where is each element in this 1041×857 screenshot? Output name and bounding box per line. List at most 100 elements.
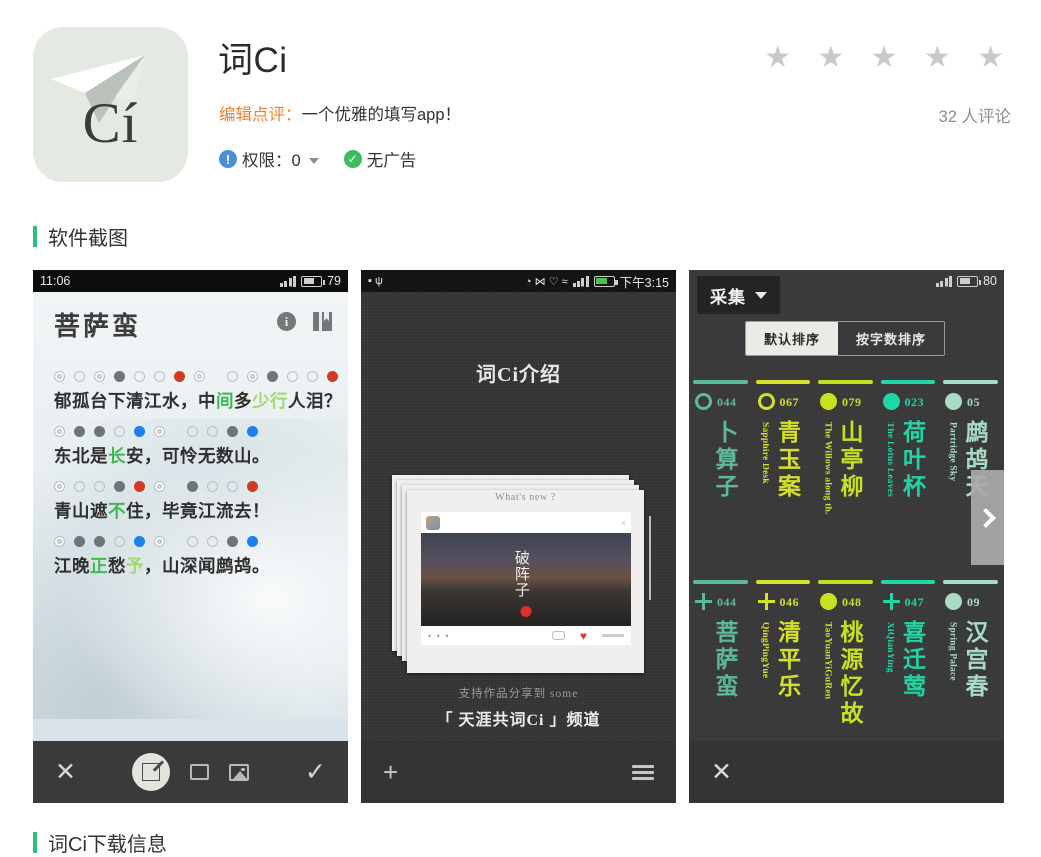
tone-dot[interactable] bbox=[114, 480, 125, 492]
tone-dot[interactable] bbox=[287, 370, 298, 382]
tone-dot[interactable] bbox=[54, 535, 65, 547]
screenshot-2[interactable]: ▪ ψ ◔ ⋈ ♡ ≈ 下午3:15 词Ci介绍 What's new ? × … bbox=[361, 270, 676, 803]
image-icon[interactable] bbox=[229, 763, 249, 781]
poem-grid-cell[interactable]: 044 菩萨蛮 bbox=[689, 580, 752, 741]
cell-number: 079 bbox=[842, 395, 862, 409]
tone-dot[interactable] bbox=[74, 425, 85, 437]
tone-dot[interactable] bbox=[134, 370, 145, 382]
sort-default-button[interactable]: 默认排序 bbox=[746, 322, 839, 355]
tone-dot[interactable] bbox=[114, 425, 125, 437]
edit-icon[interactable] bbox=[132, 753, 170, 791]
app-icon-letter: Cí bbox=[82, 92, 139, 155]
collect-dropdown[interactable]: 采集 bbox=[697, 276, 780, 314]
comment-icon[interactable] bbox=[551, 631, 565, 640]
close-icon[interactable]: ✕ bbox=[55, 759, 76, 785]
tone-dot[interactable] bbox=[327, 370, 338, 382]
screenshot-3[interactable]: 80 采集 默认排序 按字数排序 044 卜算子 067 青玉案 Sapphire De… bbox=[689, 270, 1004, 803]
app-meta-row: ! 权限：0 ✓ 无广告 bbox=[219, 147, 416, 171]
tone-dot[interactable] bbox=[207, 480, 218, 492]
tone-dot[interactable] bbox=[74, 535, 85, 547]
whats-new-label: What's new ? bbox=[495, 492, 556, 503]
next-screenshot-button[interactable] bbox=[971, 470, 1004, 565]
tone-dot[interactable] bbox=[94, 370, 105, 382]
ring-icon[interactable] bbox=[695, 393, 712, 410]
tone-dot[interactable] bbox=[174, 370, 185, 382]
editor-comment-label: 编辑点评： bbox=[219, 106, 302, 124]
review-count[interactable]: 32 人评论 bbox=[939, 103, 1011, 127]
rating-stars[interactable]: ★ ★ ★ ★ ★ bbox=[764, 40, 1013, 75]
close-icon[interactable]: ✕ bbox=[711, 759, 732, 785]
tone-dot[interactable] bbox=[54, 370, 65, 382]
tone-dot[interactable] bbox=[194, 370, 205, 382]
screenshot-1[interactable]: 11:06 79 菩萨蛮 i 郁孤台下清江水，中间多少行人泪？ 东北是长安，可怜无… bbox=[33, 270, 348, 803]
tone-dot[interactable] bbox=[134, 535, 145, 547]
cell-title-en: The Lotus Leaves bbox=[885, 422, 894, 497]
plus-icon[interactable] bbox=[695, 593, 712, 610]
card-stack[interactable]: What's new ? × 破阵子 • • • ♥ bbox=[392, 475, 651, 675]
plus-icon[interactable] bbox=[882, 593, 900, 610]
tone-dot[interactable] bbox=[187, 535, 198, 547]
tone-dot[interactable] bbox=[267, 370, 278, 382]
tone-dot[interactable] bbox=[227, 370, 238, 382]
tone-dot[interactable] bbox=[247, 480, 258, 492]
tone-dot[interactable] bbox=[94, 535, 105, 547]
tone-dot[interactable] bbox=[74, 480, 85, 492]
poem-grid-cell[interactable]: 044 卜算子 bbox=[689, 380, 752, 580]
tone-dot[interactable] bbox=[247, 425, 258, 437]
tone-dot[interactable] bbox=[187, 480, 198, 492]
sort-toggle[interactable]: 默认排序 按字数排序 bbox=[745, 321, 946, 356]
status-bar-1: 11:06 79 bbox=[33, 270, 348, 292]
tone-dot[interactable] bbox=[154, 480, 165, 492]
menu-icon[interactable] bbox=[632, 762, 654, 783]
tone-dot[interactable] bbox=[187, 425, 198, 437]
poem-grid-cell[interactable]: 023 荷叶杯 The Lotus Leaves bbox=[877, 380, 940, 580]
tone-dot[interactable] bbox=[154, 535, 165, 547]
tone-dot[interactable] bbox=[74, 370, 85, 382]
chevron-down-icon[interactable] bbox=[308, 157, 319, 164]
poem-grid-cell[interactable]: 09 汉宫春 Spring Palace bbox=[939, 580, 1002, 741]
more-icon[interactable]: • • • bbox=[428, 631, 450, 641]
square-icon[interactable] bbox=[190, 764, 209, 780]
sort-by-count-button[interactable]: 按字数排序 bbox=[838, 322, 945, 355]
bookmark-icon[interactable] bbox=[313, 312, 332, 331]
confirm-icon[interactable]: ✓ bbox=[305, 759, 326, 785]
dot-icon[interactable] bbox=[945, 393, 962, 410]
tone-dot[interactable] bbox=[227, 425, 238, 437]
close-icon[interactable]: × bbox=[621, 518, 626, 528]
cell-title-cn: 山亭柳 bbox=[837, 420, 862, 501]
tone-dot[interactable] bbox=[114, 535, 125, 547]
poem-grid-cell[interactable]: 067 青玉案 Sapphire Desk bbox=[752, 380, 815, 580]
tone-dot[interactable] bbox=[134, 480, 145, 492]
cell-accent-bar bbox=[818, 380, 873, 384]
tone-dot[interactable] bbox=[227, 535, 238, 547]
dot-icon[interactable] bbox=[820, 593, 837, 610]
dot-icon[interactable] bbox=[820, 393, 837, 410]
ring-icon[interactable] bbox=[757, 393, 775, 410]
tone-dot[interactable] bbox=[54, 480, 65, 492]
scrollbar[interactable] bbox=[649, 516, 651, 600]
cell-title-en: Spring Palace bbox=[947, 622, 957, 681]
dot-icon[interactable] bbox=[945, 593, 962, 610]
tone-dot[interactable] bbox=[54, 425, 65, 437]
poem-grid-cell[interactable]: 079 山亭柳 The Willows along th. bbox=[814, 380, 877, 580]
tone-dot[interactable] bbox=[247, 535, 258, 547]
tone-dot[interactable] bbox=[94, 425, 105, 437]
poem-grid-cell[interactable]: 047 喜迁莺 XiQianYing bbox=[877, 580, 940, 741]
tone-dot[interactable] bbox=[154, 370, 165, 382]
tone-dot[interactable] bbox=[227, 480, 238, 492]
plus-icon[interactable] bbox=[757, 593, 775, 610]
tone-dot[interactable] bbox=[207, 425, 218, 437]
tone-dot[interactable] bbox=[94, 480, 105, 492]
poem-grid-cell[interactable]: 046 清平乐 QingPingYue bbox=[752, 580, 815, 741]
tone-dot[interactable] bbox=[207, 535, 218, 547]
tone-dot[interactable] bbox=[134, 425, 145, 437]
add-icon[interactable]: + bbox=[383, 759, 398, 785]
tone-dot[interactable] bbox=[247, 370, 258, 382]
tone-dot[interactable] bbox=[154, 425, 165, 437]
heart-icon[interactable]: ♥ bbox=[580, 629, 587, 643]
info-circle-icon[interactable]: i bbox=[277, 312, 296, 331]
poem-grid-cell[interactable]: 048 桃源忆故 TaoYuanYiGuRen bbox=[814, 580, 877, 741]
tone-dot[interactable] bbox=[307, 370, 318, 382]
tone-dot[interactable] bbox=[114, 370, 125, 382]
dot-icon[interactable] bbox=[882, 393, 900, 410]
